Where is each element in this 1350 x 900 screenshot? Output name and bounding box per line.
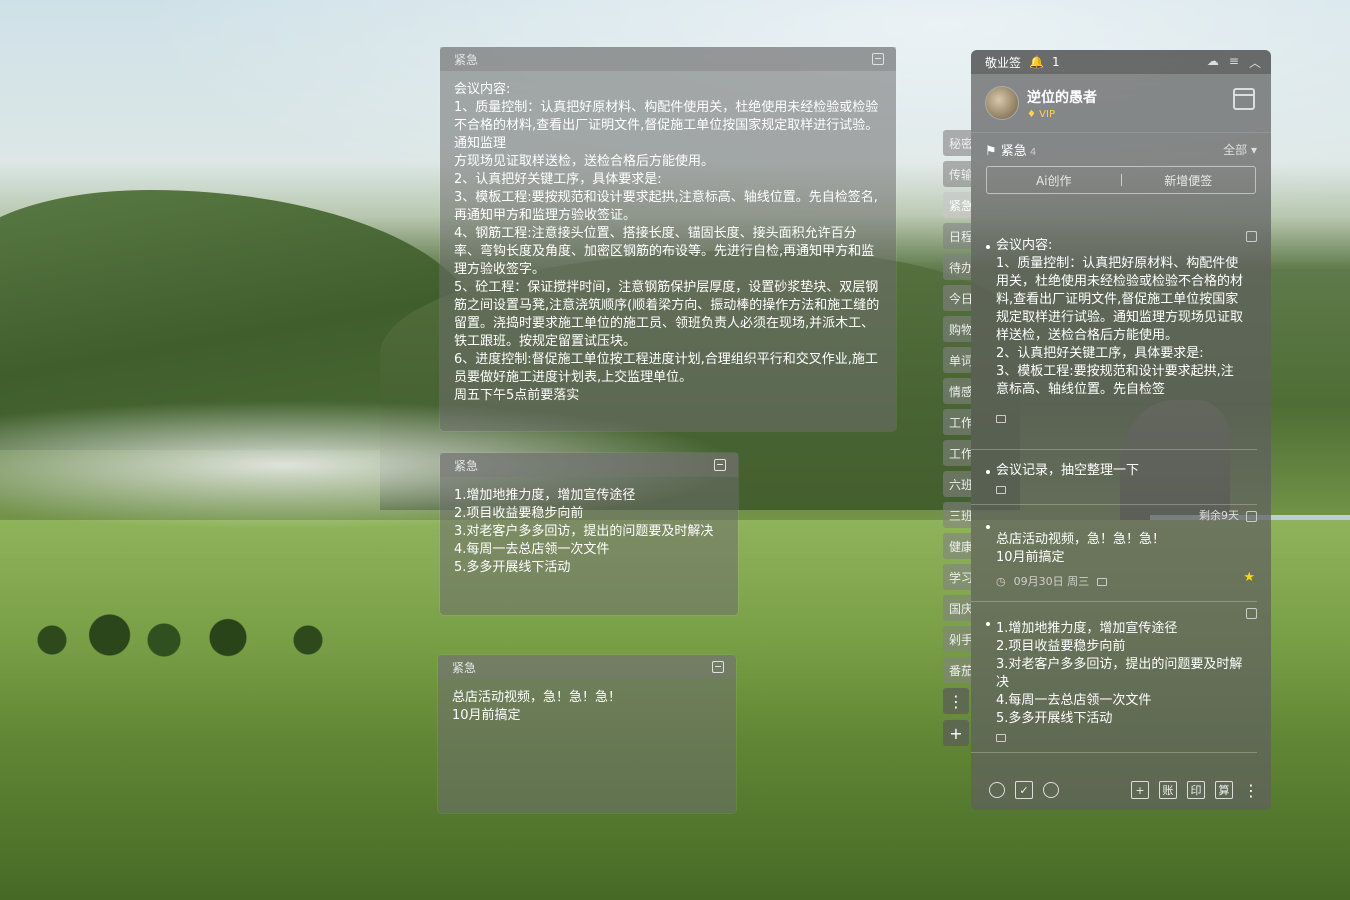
note-header[interactable]: 紧急 xyxy=(440,453,738,477)
tab-tomato[interactable]: 番茄 xyxy=(943,657,971,683)
tab-urgent[interactable]: 紧急 xyxy=(943,192,971,218)
lock-icon[interactable] xyxy=(996,734,1006,742)
pin-icon[interactable] xyxy=(872,53,884,65)
clock-icon: ◷ xyxy=(996,575,1006,588)
note-header[interactable]: 紧急 xyxy=(438,655,736,679)
tab-transfer[interactable]: 传输 xyxy=(943,161,971,187)
tab-national-day[interactable]: 国庆 xyxy=(943,595,971,621)
note-header[interactable]: 紧急 xyxy=(440,47,896,71)
sticky-note-tasks[interactable]: 紧急 1.增加地推力度，增加宣传途径 2.项目收益要稳步向前 3.对老客户多多回… xyxy=(440,453,738,615)
note-category-label: 紧急 xyxy=(454,458,479,473)
add-button[interactable]: + xyxy=(1131,781,1149,799)
panel-titlebar[interactable]: 敬业签 🔔 1 ☁ ≡ ︿ xyxy=(971,50,1271,74)
tab-health[interactable]: 健康 xyxy=(943,533,971,559)
tab-todo[interactable]: 待办 xyxy=(943,254,971,280)
collapse-chevron-icon[interactable]: ︿ xyxy=(1249,54,1261,71)
calculator-button[interactable]: 算 xyxy=(1215,781,1233,799)
notification-count[interactable]: 1 xyxy=(1052,55,1060,69)
note-panel: 敬业签 🔔 1 ☁ ≡ ︿ 逆位的愚者 ♦ VIP ⚑ 紧急 4 全部 ▾ Ai创… xyxy=(971,50,1271,810)
user-profile[interactable]: 逆位的愚者 ♦ VIP xyxy=(971,74,1271,132)
sticky-note-meeting[interactable]: 紧急 会议内容: 1、质量控制：认真把好原材料、构配件使用关，杜绝使用未经检验或… xyxy=(440,47,896,431)
print-button[interactable]: 印 xyxy=(1187,781,1205,799)
tab-secret[interactable]: 秘密 xyxy=(943,130,971,156)
tab-schedule[interactable]: 日程 xyxy=(943,223,971,249)
category-header: ⚑ 紧急 4 全部 ▾ xyxy=(971,132,1271,166)
menu-icon[interactable]: ≡ xyxy=(1229,54,1239,71)
panel-toolbar: ✓ + 账 印 算 ⋮ xyxy=(971,770,1271,810)
accounting-button[interactable]: 账 xyxy=(1159,781,1177,799)
list-item-text: 总店活动视频，急！急！急！ 10月前搞定 xyxy=(996,532,1166,565)
pin-icon[interactable] xyxy=(1246,608,1257,619)
pin-icon[interactable] xyxy=(1246,511,1257,522)
lock-icon[interactable] xyxy=(996,415,1006,423)
list-item[interactable]: 会议内容: 1、质量控制：认真把好原材料、构配件使用关，杜绝使用未经检验或检验不… xyxy=(971,225,1257,450)
new-note-button[interactable]: 新增便签 xyxy=(1122,172,1256,189)
avatar[interactable] xyxy=(985,86,1019,120)
list-item[interactable]: 剩余9天 总店活动视频，急！急！急！ 10月前搞定 ◷ 09月30日 周三 ★ xyxy=(971,505,1257,602)
reminder-date[interactable]: 09月30日 周三 xyxy=(1014,573,1090,591)
list-item-text: 1.增加地推力度，增加宣传途径 2.项目收益要稳步向前 3.对老客户多多回访，提… xyxy=(996,621,1243,726)
list-item-text: 会议记录，抽空整理一下 xyxy=(996,463,1140,478)
pin-icon[interactable] xyxy=(714,459,726,471)
more-options-icon[interactable]: ⋮ xyxy=(1243,781,1259,800)
category-tabs: 秘密 传输 紧急 日程 待办 今日 购物 单词 情感 工作 工作 六班 三班 健… xyxy=(943,130,971,752)
star-icon[interactable]: ★ xyxy=(1243,569,1255,587)
tab-class-six[interactable]: 六班 xyxy=(943,471,971,497)
bell-icon[interactable]: 🔔 xyxy=(1029,55,1044,69)
tab-work-2[interactable]: 工作 xyxy=(943,440,971,466)
current-category[interactable]: 紧急 xyxy=(1001,144,1027,159)
lock-icon[interactable] xyxy=(996,486,1006,494)
note-category-label: 紧急 xyxy=(454,52,479,67)
tab-shopping-spree[interactable]: 剁手 xyxy=(943,626,971,652)
note-list[interactable]: 会议内容: 1、质量控制：认真把好原材料、构配件使用关，杜绝使用未经检验或检验不… xyxy=(971,225,1271,765)
calendar-icon[interactable] xyxy=(1233,88,1255,110)
list-item-text: 会议内容: 1、质量控制：认真把好原材料、构配件使用关，杜绝使用未经检验或检验不… xyxy=(996,238,1243,397)
list-item[interactable]: 1.增加地推力度，增加宣传途径 2.项目收益要稳步向前 3.对老客户多多回访，提… xyxy=(971,602,1257,753)
tab-emotion[interactable]: 情感 xyxy=(943,378,971,404)
background-trees xyxy=(20,610,340,660)
pin-icon[interactable] xyxy=(1246,231,1257,242)
app-title: 敬业签 xyxy=(985,55,1022,70)
list-item[interactable]: 会议记录，抽空整理一下 xyxy=(971,450,1257,505)
flag-icon: ⚑ xyxy=(985,144,997,159)
pin-icon[interactable] xyxy=(712,661,724,673)
tab-work[interactable]: 工作 xyxy=(943,409,971,435)
clock-icon[interactable] xyxy=(989,782,1005,798)
vip-badge: ♦ VIP xyxy=(1027,108,1055,120)
search-icon[interactable] xyxy=(1043,782,1059,798)
note-content[interactable]: 会议内容: 1、质量控制：认真把好原材料、构配件使用关，杜绝使用未经检验或检验不… xyxy=(440,71,896,415)
vip-label: VIP xyxy=(1039,108,1055,120)
action-bar: Ai创作 新增便签 xyxy=(986,166,1256,194)
more-tabs-button[interactable]: ⋮ xyxy=(943,688,969,714)
sticky-note-video[interactable]: 紧急 总店活动视频，急！急！急！ 10月前搞定 xyxy=(438,655,736,813)
tab-words[interactable]: 单词 xyxy=(943,347,971,373)
remaining-days: 剩余9天 xyxy=(1199,509,1239,522)
note-content[interactable]: 总店活动视频，急！急！急！ 10月前搞定 xyxy=(438,679,736,735)
ai-create-button[interactable]: Ai创作 xyxy=(987,172,1121,189)
tab-study[interactable]: 学习 xyxy=(943,564,971,590)
user-name[interactable]: 逆位的愚者 xyxy=(1027,87,1097,107)
lock-icon[interactable] xyxy=(1097,578,1108,586)
filter-label: 全部 xyxy=(1223,143,1248,157)
note-content[interactable]: 1.增加地推力度，增加宣传途径 2.项目收益要稳步向前 3.对老客户多多回访，提… xyxy=(440,477,738,587)
tab-shopping[interactable]: 购物 xyxy=(943,316,971,342)
tab-class-three[interactable]: 三班 xyxy=(943,502,971,528)
category-count: 4 xyxy=(1029,147,1037,158)
tab-today[interactable]: 今日 xyxy=(943,285,971,311)
checklist-icon[interactable]: ✓ xyxy=(1015,781,1033,799)
cloud-sync-icon[interactable]: ☁ xyxy=(1207,54,1219,71)
add-tab-button[interactable]: + xyxy=(943,720,969,746)
filter-dropdown[interactable]: 全部 ▾ xyxy=(1223,141,1257,158)
note-category-label: 紧急 xyxy=(452,660,477,675)
